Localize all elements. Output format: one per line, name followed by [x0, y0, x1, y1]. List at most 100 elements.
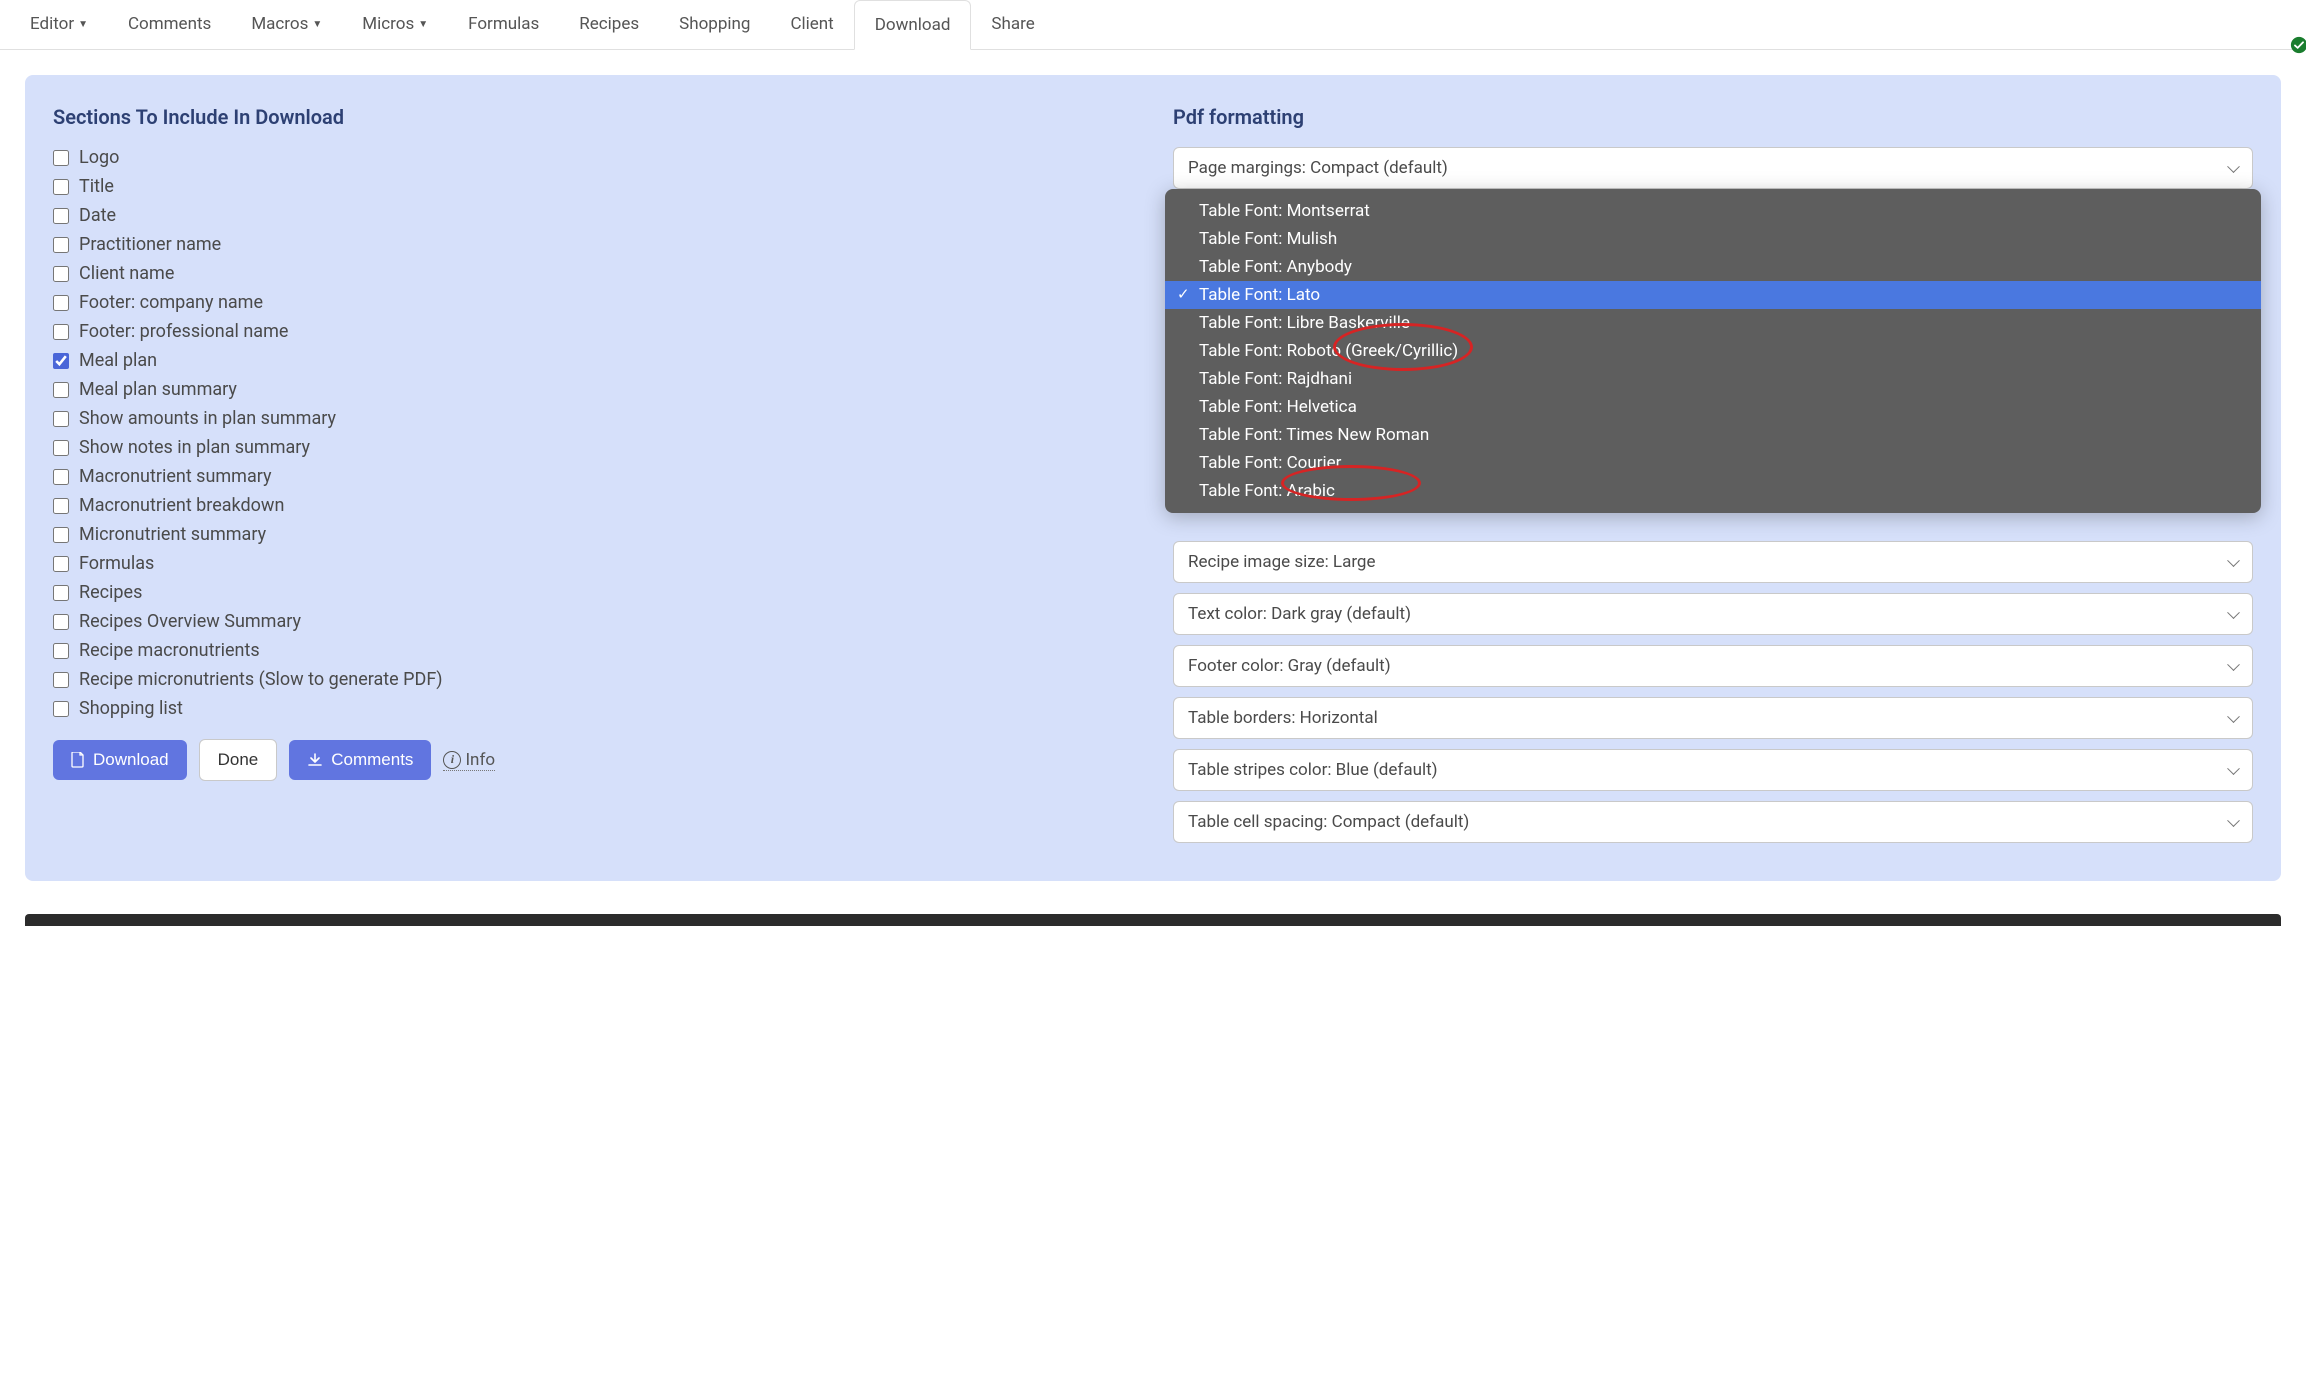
checkbox-formulas[interactable] — [53, 556, 69, 572]
select-table-borders[interactable]: Table borders: Horizontal — [1173, 697, 2253, 739]
tab-share[interactable]: Share — [971, 0, 1054, 49]
checkbox-row: Show amounts in plan summary — [53, 408, 1133, 429]
select-text-color[interactable]: Text color: Dark gray (default) — [1173, 593, 2253, 635]
select-page-margins[interactable]: Page margings: Compact (default) — [1173, 147, 2253, 189]
chevron-down-icon: ▼ — [312, 19, 322, 30]
checkbox-row: Date — [53, 205, 1133, 226]
checkbox-row: Meal plan summary — [53, 379, 1133, 400]
dropdown-option[interactable]: Table Font: Libre Baskerville — [1165, 309, 2261, 337]
dropdown-option[interactable]: Table Font: Times New Roman — [1165, 421, 2261, 449]
checkbox-row: Formulas — [53, 553, 1133, 574]
checkbox-meal-plan[interactable] — [53, 353, 69, 369]
checkbox-title[interactable] — [53, 179, 69, 195]
checkbox-label: Formulas — [79, 553, 154, 574]
select-page-margins-value: Page margings: Compact (default) — [1188, 158, 1448, 178]
tab-macros[interactable]: Macros▼ — [231, 0, 342, 49]
tab-editor[interactable]: Editor ▼ — [10, 0, 108, 49]
checkbox-footer-professional-name[interactable] — [53, 324, 69, 340]
info-link-label: Info — [465, 750, 495, 770]
checkbox-label: Practitioner name — [79, 234, 221, 255]
checkbox-label: Client name — [79, 263, 174, 284]
download-button-label: Download — [93, 750, 169, 770]
select-recipe-image-size[interactable]: Recipe image size: Large — [1173, 541, 2253, 583]
checkbox-label: Macronutrient breakdown — [79, 495, 284, 516]
checkbox-micronutrient-summary[interactable] — [53, 527, 69, 543]
checkbox-show-notes-in-plan-summary[interactable] — [53, 440, 69, 456]
checkbox-label: Micronutrient summary — [79, 524, 266, 545]
checkbox-row: Macronutrient summary — [53, 466, 1133, 487]
dropdown-option[interactable]: Table Font: Mulish — [1165, 225, 2261, 253]
checkbox-row: Micronutrient summary — [53, 524, 1133, 545]
checkbox-macronutrient-summary[interactable] — [53, 469, 69, 485]
checkbox-recipe-micronutrients-slow-to-generate-pdf-[interactable] — [53, 672, 69, 688]
checkbox-label: Recipes — [79, 582, 142, 603]
download-arrow-icon — [307, 753, 323, 767]
done-button[interactable]: Done — [199, 739, 278, 781]
tab-label: Download — [875, 15, 951, 35]
tab-label: Shopping — [679, 14, 750, 34]
dropdown-option[interactable]: Table Font: Roboto (Greek/Cyrillic) — [1165, 337, 2261, 365]
done-button-label: Done — [218, 750, 259, 770]
checkbox-label: Date — [79, 205, 116, 226]
checkbox-row: Shopping list — [53, 698, 1133, 719]
dropdown-option[interactable]: Table Font: Rajdhani — [1165, 365, 2261, 393]
select-footer-color-value: Footer color: Gray (default) — [1188, 656, 1391, 676]
dropdown-option[interactable]: Table Font: Arabic — [1165, 477, 2261, 505]
select-table-cell-spacing[interactable]: Table cell spacing: Compact (default) — [1173, 801, 2253, 843]
checkbox-row: Show notes in plan summary — [53, 437, 1133, 458]
tab-client[interactable]: Client — [770, 0, 853, 49]
dropdown-option[interactable]: Table Font: Helvetica — [1165, 393, 2261, 421]
tab-label: Client — [790, 14, 833, 34]
checkbox-row: Logo — [53, 147, 1133, 168]
checkbox-macronutrient-breakdown[interactable] — [53, 498, 69, 514]
tab-shopping[interactable]: Shopping — [659, 0, 770, 49]
checkbox-client-name[interactable] — [53, 266, 69, 282]
comments-button[interactable]: Comments — [289, 740, 431, 780]
checkbox-row: Recipe macronutrients — [53, 640, 1133, 661]
checkbox-row: Recipe micronutrients (Slow to generate … — [53, 669, 1133, 690]
checkbox-label: Meal plan — [79, 350, 157, 371]
tab-label: Share — [991, 14, 1034, 34]
sections-title: Sections To Include In Download — [53, 105, 1133, 129]
comments-button-label: Comments — [331, 750, 413, 770]
dropdown-option[interactable]: Table Font: Anybody — [1165, 253, 2261, 281]
select-recipe-image-size-value: Recipe image size: Large — [1188, 552, 1376, 572]
tab-formulas[interactable]: Formulas — [448, 0, 559, 49]
file-pdf-icon — [71, 752, 85, 768]
info-link[interactable]: i Info — [443, 750, 495, 771]
checkbox-row: Client name — [53, 263, 1133, 284]
tab-recipes[interactable]: Recipes — [559, 0, 659, 49]
checkbox-show-amounts-in-plan-summary[interactable] — [53, 411, 69, 427]
checkbox-recipes[interactable] — [53, 585, 69, 601]
checkbox-practitioner-name[interactable] — [53, 237, 69, 253]
checkbox-label: Recipe macronutrients — [79, 640, 260, 661]
dropdown-option[interactable]: Table Font: Montserrat — [1165, 197, 2261, 225]
checkbox-logo[interactable] — [53, 150, 69, 166]
checkbox-label: Title — [79, 176, 114, 197]
checkbox-row: Meal plan — [53, 350, 1133, 371]
checkbox-shopping-list[interactable] — [53, 701, 69, 717]
bottom-dark-bar — [25, 914, 2281, 926]
tab-comments[interactable]: Comments — [108, 0, 231, 49]
checkbox-date[interactable] — [53, 208, 69, 224]
select-footer-color[interactable]: Footer color: Gray (default) — [1173, 645, 2253, 687]
checkbox-label: Footer: company name — [79, 292, 263, 313]
chevron-down-icon: ▼ — [78, 19, 88, 30]
select-table-stripes[interactable]: Table stripes color: Blue (default) — [1173, 749, 2253, 791]
tab-micros[interactable]: Micros▼ — [342, 0, 448, 49]
tab-label: Editor — [30, 14, 74, 34]
checkbox-footer-company-name[interactable] — [53, 295, 69, 311]
dropdown-option[interactable]: Table Font: Courier — [1165, 449, 2261, 477]
checkbox-label: Recipe micronutrients (Slow to generate … — [79, 669, 443, 690]
tab-bar: Editor ▼ CommentsMacros▼Micros▼FormulasRec… — [0, 0, 2306, 50]
checkbox-label: Macronutrient summary — [79, 466, 272, 487]
tab-download[interactable]: Download — [854, 0, 972, 50]
checkbox-recipe-macronutrients[interactable] — [53, 643, 69, 659]
checkbox-row: Footer: professional name — [53, 321, 1133, 342]
pdf-formatting-title: Pdf formatting — [1173, 105, 2253, 129]
checkbox-label: Shopping list — [79, 698, 183, 719]
checkbox-meal-plan-summary[interactable] — [53, 382, 69, 398]
download-button[interactable]: Download — [53, 740, 187, 780]
dropdown-option[interactable]: Table Font: Lato — [1165, 281, 2261, 309]
checkbox-recipes-overview-summary[interactable] — [53, 614, 69, 630]
